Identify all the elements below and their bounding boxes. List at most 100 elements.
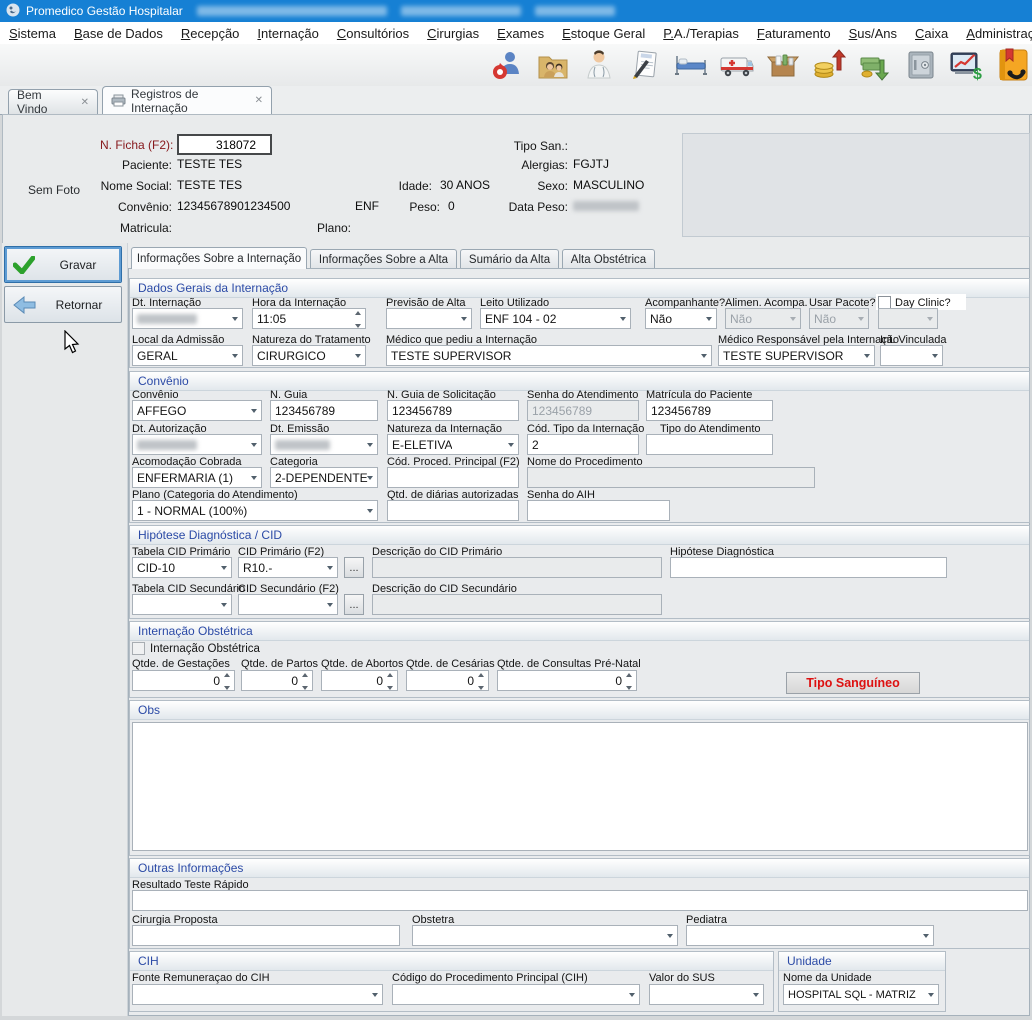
nome-unidade-combo[interactable]: HOSPITAL SQL - MATRIZ [783,984,939,1005]
tabela-cid-primario-combo[interactable]: CID-10 [132,557,232,578]
dt-autorizacao-combo[interactable] [132,434,262,455]
acomodacao-cobrada-combo[interactable]: ENFERMARIA (1) [132,467,262,488]
previsao-alta-combo[interactable] [386,308,472,329]
qtde-cesarias-spinner[interactable]: 0 [406,670,489,691]
return-button[interactable]: Retornar [4,286,122,323]
medico-pediu-combo[interactable]: TESTE SUPERVISOR [386,345,712,366]
spin-buttons[interactable] [623,673,634,690]
menu-recepcao[interactable]: Recepção [172,23,249,44]
n-guia-input[interactable]: 123456789 [270,400,378,421]
chevron-down-icon [864,354,870,358]
menu-administracao[interactable]: Administração [957,23,1032,44]
n-guia-solicitacao-input[interactable]: 123456789 [387,400,519,421]
form-tab-sumario-alta[interactable]: Sumário da Alta [460,249,559,269]
patients-folder-icon[interactable] [534,47,572,83]
desc-cid-secundario-input [372,594,662,615]
hipotese-diagnostica-input[interactable] [670,557,947,578]
menu-faturamento[interactable]: Faturamento [748,23,840,44]
qtde-gestacoes-spinner[interactable]: 0 [132,670,235,691]
spin-buttons[interactable] [475,673,486,690]
menu-exames[interactable]: Exames [488,23,553,44]
hora-internacao-spinner[interactable]: 11:05 [252,308,366,329]
valor-sus-combo[interactable] [649,984,764,1005]
cirurgia-proposta-input[interactable] [132,925,400,946]
document-sign-icon[interactable] [626,47,664,83]
cid-secundario-combo[interactable] [238,594,338,615]
fonte-remuneracao-combo[interactable] [132,984,383,1005]
dt-emissao-combo[interactable] [270,434,378,455]
matricula-paciente-input[interactable]: 123456789 [646,400,773,421]
cid-secundario-browse-button[interactable]: ... [344,594,364,615]
sync-user-icon[interactable] [488,47,526,83]
convenio-combo[interactable]: AFFEGO [132,400,262,421]
ambulance-icon[interactable] [718,47,756,83]
resultado-teste-input[interactable] [132,890,1028,911]
supplies-box-icon[interactable] [764,47,802,83]
menu-pa-terapias[interactable]: P.A./Terapias [654,23,748,44]
tipo-sanguineo-button[interactable]: Tipo Sanguíneo [786,672,920,694]
tipo-atendimento-input[interactable] [646,434,773,455]
form-tab-alta-obstetrica[interactable]: Alta Obstétrica [562,249,655,269]
menu-estoque-geral[interactable]: Estoque Geral [553,23,654,44]
internacao-obstetrica-checkbox[interactable] [132,642,145,655]
spin-buttons[interactable] [384,673,395,690]
chevron-down-icon [251,476,257,480]
matricula-label: Matricula: [100,221,172,235]
senha-aih-input[interactable] [527,500,670,521]
form-tab-informacoes-alta[interactable]: Informações Sobre a Alta [310,249,457,269]
natureza-tratamento-combo[interactable]: CIRURGICO [252,345,366,366]
natureza-internacao-combo[interactable]: E-ELETIVA [387,434,519,455]
spin-buttons[interactable] [352,311,363,328]
tabela-cid-secundario-combo[interactable] [132,594,232,615]
qtde-abortos-spinner[interactable]: 0 [321,670,398,691]
expense-down-icon[interactable] [856,47,894,83]
tab-registros-internacao[interactable]: Registros de Internação ✕ [102,86,272,114]
int-vinculada-combo[interactable] [880,345,943,366]
chevron-down-icon [355,354,361,358]
pediatra-combo[interactable] [686,925,934,946]
cid-primario-browse-button[interactable]: ... [344,557,364,578]
medico-responsavel-combo[interactable]: TESTE SUPERVISOR [718,345,875,366]
menu-consultorios[interactable]: Consultórios [328,23,418,44]
categoria-combo[interactable]: 2-DEPENDENTE [270,467,378,488]
finance-chart-icon[interactable]: $ [948,47,986,83]
spin-buttons[interactable] [221,673,232,690]
dt-internacao-combo[interactable] [132,308,243,329]
leito-combo[interactable]: ENF 104 - 02 [480,308,631,329]
chevron-down-icon [701,354,707,358]
save-button[interactable]: Gravar [4,246,122,283]
menu-sus-ans[interactable]: Sus/Ans [840,23,906,44]
tab-bem-vindo[interactable]: Bem Vindo ✕ [8,89,98,114]
cid-primario-combo[interactable]: R10.- [238,557,338,578]
local-admissao-combo[interactable]: GERAL [132,345,243,366]
menu-base-de-dados[interactable]: Base de Dados [65,23,172,44]
safe-icon[interactable] [902,47,940,83]
revenue-up-icon[interactable] [810,47,848,83]
plano-categoria-combo[interactable]: 1 - NORMAL (100%) [132,500,378,521]
menu-sistema[interactable]: Sistema [0,23,65,44]
phone-book-icon[interactable] [994,47,1032,83]
close-icon[interactable]: ✕ [75,97,89,108]
ficha-label: N. Ficha (F2): [100,138,172,152]
qtde-partos-spinner[interactable]: 0 [241,670,313,691]
qtde-consultas-spinner[interactable]: 0 [497,670,637,691]
obstetra-combo[interactable] [412,925,678,946]
close-icon[interactable]: ✕ [249,95,263,106]
hospital-bed-icon[interactable] [672,47,710,83]
obs-textarea[interactable] [132,722,1028,851]
form-tab-informacoes-internacao[interactable]: Informações Sobre a Internação [131,247,307,269]
acompanhante-combo[interactable]: Não [645,308,717,329]
spin-buttons[interactable] [299,673,310,690]
chevron-down-icon [753,993,759,997]
patient-photo-box [682,133,1030,237]
menu-cirurgias[interactable]: Cirurgias [418,23,488,44]
menu-caixa[interactable]: Caixa [906,23,957,44]
ficha-input[interactable]: 318072 [177,134,272,155]
qtd-diarias-input[interactable] [387,500,519,521]
cod-proced-principal-input[interactable] [387,467,519,488]
cod-tipo-internacao-input[interactable]: 2 [527,434,639,455]
codigo-procedimento-cih-combo[interactable] [392,984,640,1005]
doctor-icon[interactable] [580,47,618,83]
menu-internacao[interactable]: Internação [248,23,327,44]
qtde-consultas-label: Qtde. de Consultas Pré-Natal [497,658,641,670]
